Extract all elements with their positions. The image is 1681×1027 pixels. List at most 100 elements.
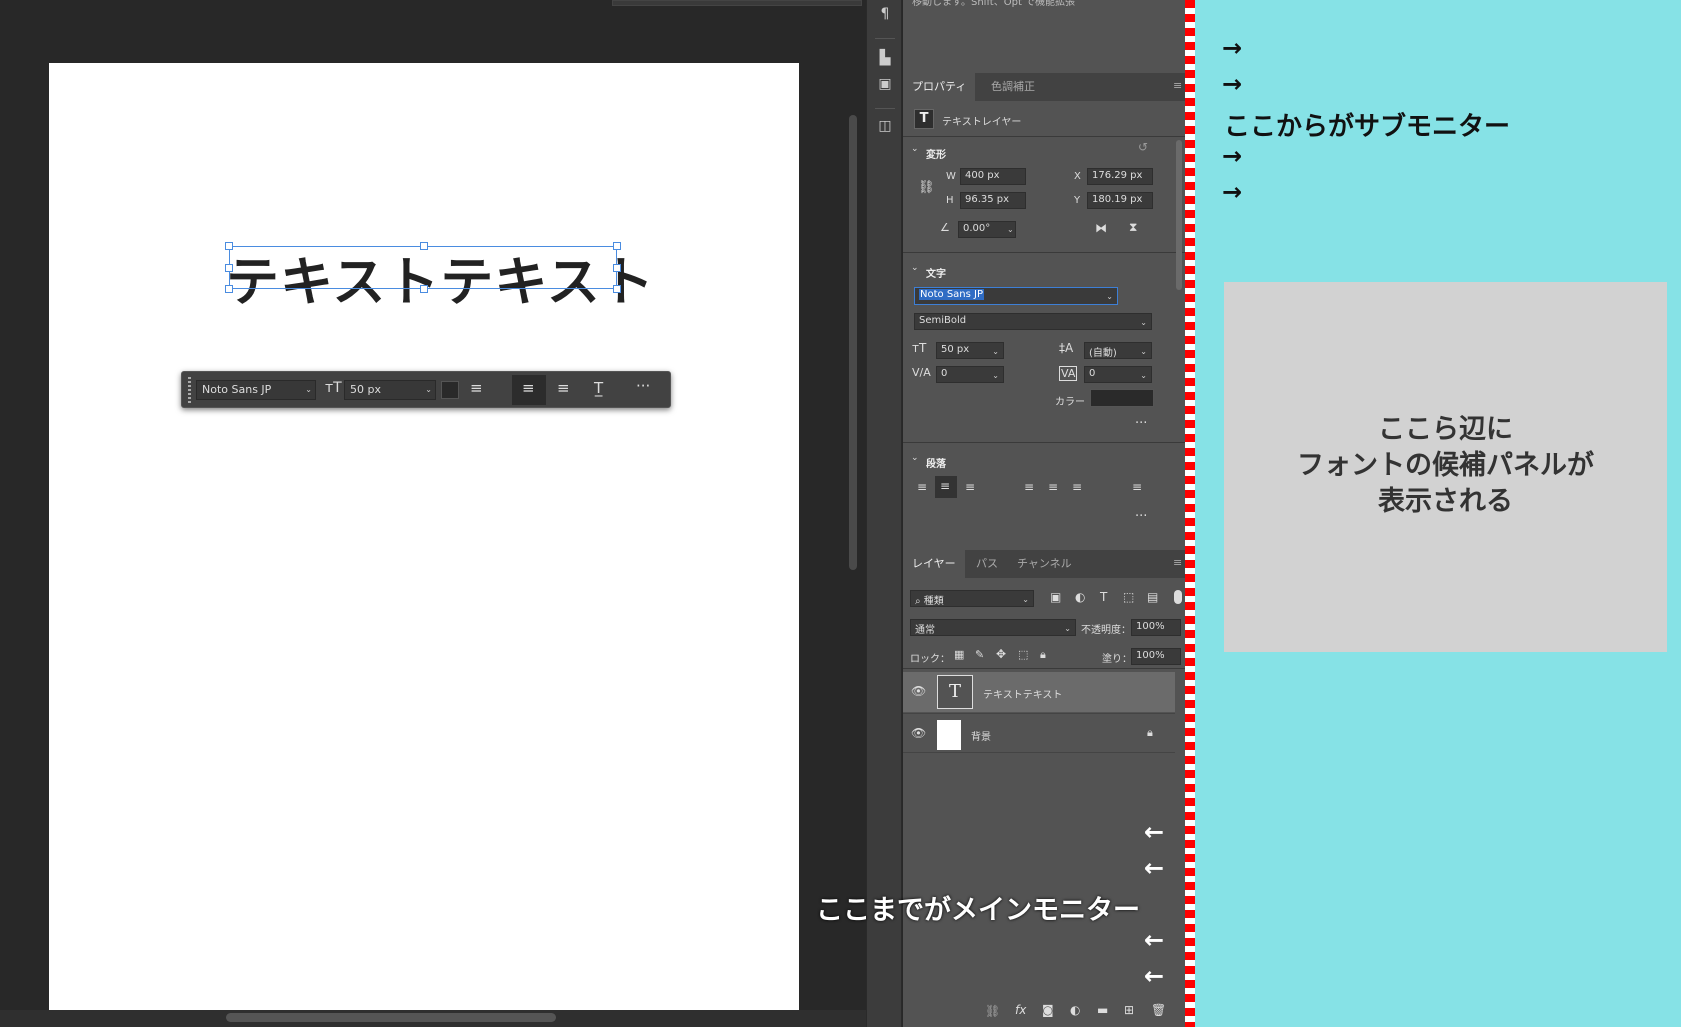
x-field[interactable]: 176.29 px xyxy=(1087,168,1153,185)
adjustment-layer-icon[interactable]: ◐ xyxy=(1070,1003,1080,1017)
transform-handle[interactable] xyxy=(225,285,233,293)
taskbar-size-select[interactable]: 50 px ⌄ xyxy=(344,380,436,400)
left-arrow: ← xyxy=(1144,854,1165,882)
justify-last-left-icon[interactable]: ≡ xyxy=(1024,480,1034,494)
chevron-down-icon[interactable]: ⌄ xyxy=(1007,225,1014,234)
layer-row[interactable]: 👁︎ 背景 🔒︎ xyxy=(903,713,1175,753)
filter-toggle[interactable] xyxy=(1174,590,1182,604)
text-color-swatch[interactable] xyxy=(1090,389,1154,407)
chevron-down-icon: ⌄ xyxy=(305,385,312,394)
paragraph-icon[interactable]: ¶ xyxy=(867,6,903,22)
image-icon[interactable]: ▣ xyxy=(867,76,903,92)
justify-last-right-icon[interactable]: ≡ xyxy=(1072,480,1082,494)
align-center-button[interactable]: ≡ xyxy=(935,476,957,498)
new-group-icon[interactable]: ▬ xyxy=(1097,1003,1108,1017)
text-options-icon[interactable]: T̲ xyxy=(594,379,603,397)
transform-handle[interactable] xyxy=(613,242,621,250)
tab-paths[interactable]: パス xyxy=(967,550,1007,578)
align-center-button[interactable]: ≡ xyxy=(512,375,546,405)
filter-type-icon[interactable]: T xyxy=(1100,590,1107,604)
trash-icon[interactable]: 🗑︎ xyxy=(1151,1003,1166,1017)
panel-menu-icon[interactable]: ≡ xyxy=(1173,556,1182,569)
y-field[interactable]: 180.19 px xyxy=(1087,192,1153,209)
transform-handle[interactable] xyxy=(225,242,233,250)
filter-adjustment-icon[interactable]: ◐ xyxy=(1075,590,1085,604)
document-canvas[interactable] xyxy=(49,63,799,1010)
lock-all-icon[interactable]: 🔒︎ xyxy=(1040,648,1046,662)
height-field[interactable]: 96.35 px xyxy=(960,192,1026,209)
justify-all-icon[interactable]: ≡ xyxy=(1132,480,1142,494)
tab-layers[interactable]: レイヤー xyxy=(903,550,965,578)
character-more-button[interactable]: ··· xyxy=(1135,416,1147,431)
lock-artboard-icon[interactable]: ⬚ xyxy=(1018,648,1028,661)
link-icon[interactable]: ⛓ xyxy=(918,180,935,195)
fx-icon[interactable]: fx xyxy=(1015,1003,1026,1017)
transform-handle[interactable] xyxy=(613,264,621,272)
tab-properties[interactable]: プロパティ xyxy=(903,73,976,101)
layer-filter-select[interactable]: ⌕ 種類 ⌄ xyxy=(910,590,1034,607)
flip-horizontal-icon[interactable]: ⧓ xyxy=(1095,221,1107,235)
tracking-field[interactable]: 0 ⌄ xyxy=(1084,366,1152,383)
chevron-down-icon[interactable]: ⌄ xyxy=(911,144,919,154)
align-left-icon[interactable]: ≡ xyxy=(470,379,483,397)
layer-row[interactable]: 👁︎ T テキストテキスト xyxy=(903,672,1175,712)
kerning-value: 0 xyxy=(941,368,948,379)
chevron-down-icon[interactable]: ⌄ xyxy=(911,453,919,463)
align-left-icon[interactable]: ≡ xyxy=(917,480,927,494)
filter-pixel-icon[interactable]: ▣ xyxy=(1050,590,1061,604)
flip-vertical-icon[interactable]: ⧗ xyxy=(1129,220,1137,235)
tab-channels[interactable]: チャンネル xyxy=(1008,550,1081,578)
divider xyxy=(903,442,1185,443)
canvas-vertical-scrollbar[interactable] xyxy=(849,115,857,570)
reset-icon[interactable]: ↺ xyxy=(1138,140,1148,154)
kerning-field[interactable]: 0 ⌄ xyxy=(936,366,1004,383)
align-right-icon[interactable]: ≡ xyxy=(557,379,570,397)
width-field[interactable]: 400 px xyxy=(960,168,1026,185)
canvas-horizontal-scrollbar[interactable] xyxy=(226,1013,556,1022)
leading-field[interactable]: (自動) ⌄ xyxy=(1084,342,1152,359)
align-right-icon[interactable]: ≡ xyxy=(965,480,975,494)
filter-shape-icon[interactable]: ⬚ xyxy=(1123,590,1134,604)
transform-handle[interactable] xyxy=(613,285,621,293)
opacity-field[interactable]: 100% xyxy=(1131,619,1181,636)
layer-name[interactable]: 背景 xyxy=(971,728,991,743)
properties-scrollbar[interactable] xyxy=(1176,140,1182,290)
taskbar-font-select[interactable]: Noto Sans JP ⌄ xyxy=(196,380,316,400)
right-arrow: → xyxy=(1222,70,1243,98)
lock-transparent-icon[interactable]: ▦ xyxy=(954,648,964,661)
lock-position-icon[interactable]: ✥ xyxy=(996,647,1006,661)
lock-image-icon[interactable]: ✎ xyxy=(975,648,984,661)
taskbar-more-button[interactable]: ··· xyxy=(636,377,650,395)
new-layer-icon[interactable]: ⊞ xyxy=(1124,1003,1134,1017)
eye-icon[interactable]: 👁︎ xyxy=(911,726,926,740)
font-family-select[interactable]: Noto Sans JP ⌄ xyxy=(914,287,1118,305)
angle-icon: ∠ xyxy=(940,221,950,234)
filter-smart-object-icon[interactable]: ▤ xyxy=(1147,590,1158,604)
fill-field[interactable]: 100% xyxy=(1131,648,1181,665)
chevron-down-icon: ⌄ xyxy=(992,347,999,356)
blend-mode-select[interactable]: 通常 ⌄ xyxy=(910,619,1076,636)
glyphs-icon[interactable]: ▙ xyxy=(867,50,903,66)
chevron-down-icon[interactable]: ⌄ xyxy=(911,263,919,273)
add-mask-icon[interactable]: ◙ xyxy=(1042,1003,1054,1017)
font-style-select[interactable]: SemiBold ⌄ xyxy=(914,313,1152,330)
section-character-title: 文字 xyxy=(926,269,946,280)
font-size-field[interactable]: 50 px ⌄ xyxy=(936,342,1004,359)
transform-handle[interactable] xyxy=(420,242,428,250)
tab-adjustments[interactable]: 色調補正 xyxy=(982,73,1044,101)
link-layers-icon[interactable]: ⛓ xyxy=(985,1004,1000,1018)
transform-bounding-box[interactable] xyxy=(225,242,621,293)
transform-handle[interactable] xyxy=(420,285,428,293)
transform-handle[interactable] xyxy=(225,264,233,272)
justify-last-center-icon[interactable]: ≡ xyxy=(1048,480,1058,494)
layer-name[interactable]: テキストテキスト xyxy=(983,686,1062,701)
taskbar-color-swatch[interactable] xyxy=(441,381,459,399)
taskbar-grip-handle[interactable] xyxy=(188,377,191,403)
fill-label: 塗り： xyxy=(1102,654,1132,665)
eye-icon[interactable]: 👁︎ xyxy=(911,684,926,698)
paragraph-more-button[interactable]: ··· xyxy=(1135,509,1147,524)
align-center-icon: ≡ xyxy=(522,379,535,397)
libraries-icon[interactable]: ◫ xyxy=(867,118,903,134)
panel-menu-icon[interactable]: ≡ xyxy=(1173,79,1182,92)
right-arrow: → xyxy=(1222,178,1243,206)
